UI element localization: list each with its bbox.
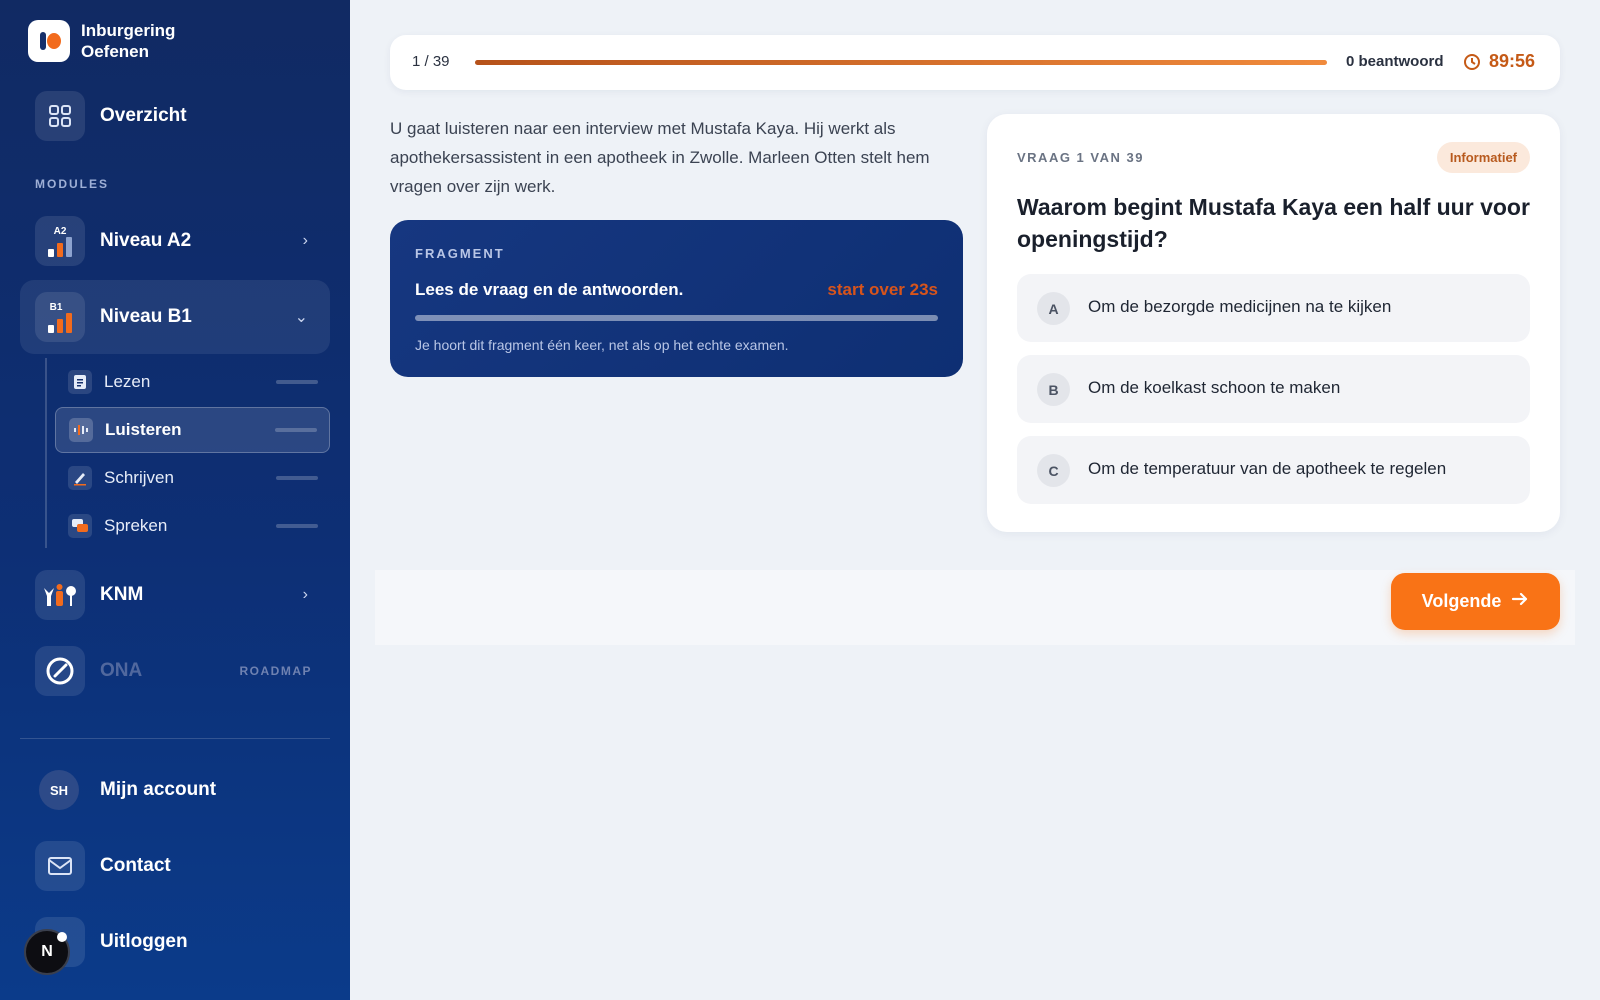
sidebar-subitem-lezen[interactable]: Lezen [55, 359, 330, 405]
sidebar-item-account[interactable]: SH Mijn account [20, 753, 330, 827]
progress-dash [276, 524, 318, 528]
level-badge-a2: A2 [54, 226, 67, 237]
answer-option-a[interactable]: A Om de bezorgde medicijnen na te kijken [1017, 274, 1530, 342]
progress-dash [276, 380, 318, 384]
dev-tools-badge[interactable]: N [24, 929, 70, 975]
fragment-title: Lees de vraag en de antwoorden. [415, 280, 684, 299]
sidebar-item-knm[interactable]: KNM › [20, 558, 330, 632]
sidebar-subitem-label: Lezen [104, 372, 151, 391]
notification-dot [57, 932, 67, 942]
progress-dash [275, 428, 317, 432]
sidebar-subitem-label: Spreken [104, 516, 168, 535]
avatar: SH [39, 770, 79, 810]
document-icon [68, 370, 92, 394]
sidebar-subitem-spreken[interactable]: Spreken [55, 503, 330, 549]
exam-progress-bar: 1 / 39 0 beantwoord 89:56 [390, 35, 1560, 90]
next-button[interactable]: Volgende [1391, 573, 1560, 630]
brand[interactable]: Inburgering Oefenen [28, 20, 175, 62]
exam-timer: 89:56 [1489, 51, 1536, 71]
sidebar-item-label: Contact [100, 855, 171, 876]
fragment-note: Je hoort dit fragment één keer, net als … [415, 337, 789, 353]
brand-name: Inburgering Oefenen [81, 20, 175, 62]
fragment-countdown: start over 23s [827, 280, 938, 299]
intro-text: U gaat luisteren naar een interview met … [390, 119, 930, 196]
sidebar-item-niveau-b1[interactable]: B1 Niveau B1 ⌄ [20, 280, 330, 354]
knm-icon [35, 570, 85, 620]
speech-bubbles-icon [68, 514, 92, 538]
sidebar-item-label: Mijn account [100, 779, 217, 800]
question-number: VRAAG 1 VAN 39 [1017, 150, 1144, 165]
modules-heading: MODULES [35, 177, 109, 191]
sidebar-item-contact[interactable]: Contact [20, 829, 330, 903]
dev-tools-badge-label: N [41, 943, 53, 960]
fragment-tag: FRAGMENT [415, 246, 505, 261]
compass-icon [35, 646, 85, 696]
brand-name-line1: Inburgering [81, 21, 176, 40]
level-chart-icon: A2 [35, 216, 85, 266]
option-text: Om de temperatuur van de apotheek te reg… [1088, 459, 1447, 478]
mail-icon [35, 841, 85, 891]
option-letter: A [1037, 292, 1070, 325]
chevron-right-icon: › [302, 232, 308, 249]
sidebar-item-label: Uitloggen [100, 931, 188, 952]
chevron-down-icon: ⌄ [294, 309, 308, 326]
sidebar-divider [20, 738, 330, 739]
arrow-right-icon [1511, 591, 1529, 612]
fragment-audio-track [415, 315, 938, 321]
progress-dash [276, 476, 318, 480]
brand-logo-icon [28, 20, 70, 62]
question-type-badge: Informatief [1436, 142, 1530, 173]
sidebar-subitem-label: Luisteren [105, 420, 182, 439]
sidebar-item-label: KNM [100, 584, 144, 605]
next-button-label: Volgende [1421, 591, 1502, 611]
level-chart-icon: B1 [35, 292, 85, 342]
progress-fill [475, 60, 1327, 65]
clock-icon [1463, 53, 1481, 76]
sidebar-subitem-schrijven[interactable]: Schrijven [55, 455, 330, 501]
progress-track [475, 60, 1327, 65]
option-text: Om de bezorgde medicijnen na te kijken [1088, 297, 1392, 316]
sidebar-subitem-luisteren[interactable]: Luisteren [55, 407, 330, 453]
pencil-icon [68, 466, 92, 490]
answered-count: 0 beantwoord [1346, 53, 1444, 70]
option-text: Om de koelkast schoon te maken [1088, 378, 1341, 397]
roadmap-badge: ROADMAP [239, 664, 312, 678]
brand-name-line2: Oefenen [81, 42, 150, 61]
answer-option-b[interactable]: B Om de koelkast schoon te maken [1017, 355, 1530, 423]
chevron-right-icon: › [302, 586, 308, 603]
audio-fragment-card: FRAGMENT Lees de vraag en de antwoorden.… [390, 220, 963, 377]
option-letter: B [1037, 373, 1070, 406]
sidebar-item-ona: ONA ROADMAP [20, 634, 330, 708]
option-letter: C [1037, 454, 1070, 487]
question-card: VRAAG 1 VAN 39 Informatief Waarom begint… [987, 114, 1560, 532]
sidebar-item-label: Niveau B1 [100, 306, 192, 327]
submenu-guide-line [45, 358, 47, 548]
sidebar-item-label: Overzicht [100, 105, 187, 126]
question-counter: 1 / 39 [412, 53, 450, 70]
sidebar-item-niveau-a2[interactable]: A2 Niveau A2 › [20, 204, 330, 278]
sidebar-item-label: Niveau A2 [100, 230, 192, 251]
sidebar-subitem-label: Schrijven [104, 468, 174, 487]
level-badge-b1: B1 [50, 302, 63, 313]
grid-icon [35, 91, 85, 141]
sidebar-item-overview[interactable]: Overzicht [20, 79, 330, 153]
sidebar-item-label: ONA [100, 660, 143, 681]
audio-wave-icon [69, 418, 93, 442]
question-title: Waarom begint Mustafa Kaya een half uur … [1017, 194, 1530, 252]
sidebar: Inburgering Oefenen Overzicht MODULES A2… [0, 0, 350, 1000]
answer-option-c[interactable]: C Om de temperatuur van de apotheek te r… [1017, 436, 1530, 504]
